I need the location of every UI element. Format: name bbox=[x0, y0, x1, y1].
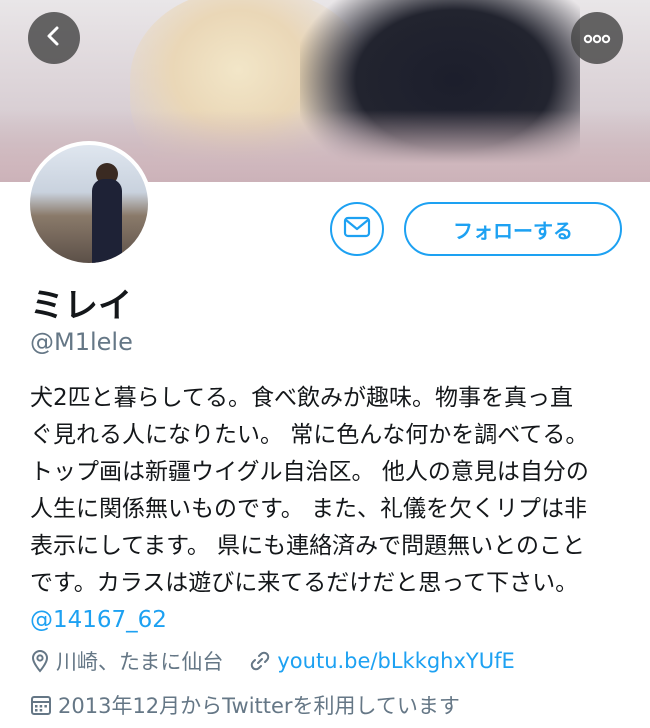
more-button[interactable] bbox=[571, 12, 623, 64]
message-button[interactable] bbox=[330, 202, 384, 256]
profile-joined-text: 2013年12月からTwitterを利用しています bbox=[58, 694, 460, 718]
profile-location-text: 川崎、たまに仙台 bbox=[56, 650, 224, 674]
chevron-left-icon bbox=[43, 25, 65, 51]
more-horizontal-icon bbox=[583, 29, 611, 48]
profile-name: ミレイ bbox=[30, 286, 132, 326]
bio-line: ぐ見れる人になりたい。 常に色んな何かを調べてる。 bbox=[30, 422, 589, 448]
mail-icon bbox=[343, 216, 371, 242]
bio-line: 犬2匹と暮らしてる。食べ飲みが趣味。物事を真っ直 bbox=[30, 385, 573, 411]
profile-handle: @M1lele bbox=[30, 328, 133, 356]
link-icon bbox=[249, 650, 271, 672]
bio-line: 人生に関係無いものです。 また、礼儀を欠くリプは非 bbox=[30, 496, 588, 522]
follow-button-label: フォローする bbox=[453, 218, 573, 243]
calendar-icon bbox=[30, 694, 52, 716]
profile-link[interactable]: youtu.be/bLkkghxYUfE bbox=[249, 649, 515, 673]
bio-line: 表示にしてます。 県にも連絡済みで問題無いとのこと bbox=[30, 533, 585, 559]
location-pin-icon bbox=[30, 649, 50, 673]
profile-location: 川崎、たまに仙台 bbox=[30, 646, 223, 676]
profile-bio: 犬2匹と暮らしてる。食べ飲みが趣味。物事を真っ直 ぐ見れる人になりたい。 常に色… bbox=[30, 380, 630, 639]
back-button[interactable] bbox=[28, 12, 80, 64]
bio-mention-link[interactable]: @14167_62 bbox=[30, 602, 630, 639]
follow-button[interactable]: フォローする bbox=[404, 202, 622, 256]
profile-link-text[interactable]: youtu.be/bLkkghxYUfE bbox=[277, 649, 514, 673]
bio-line: です。カラスは遊びに来てるだけだと思って下さい。 bbox=[30, 570, 579, 596]
avatar[interactable] bbox=[26, 141, 152, 267]
avatar-figure-body bbox=[92, 179, 122, 263]
profile-meta-row: 川崎、たまに仙台 youtu.be/bLkkghxYUfE bbox=[30, 646, 515, 676]
bio-line: トップ画は新疆ウイグル自治区。 他人の意見は自分の bbox=[30, 459, 589, 485]
profile-joined: 2013年12月からTwitterを利用しています bbox=[30, 690, 460, 720]
